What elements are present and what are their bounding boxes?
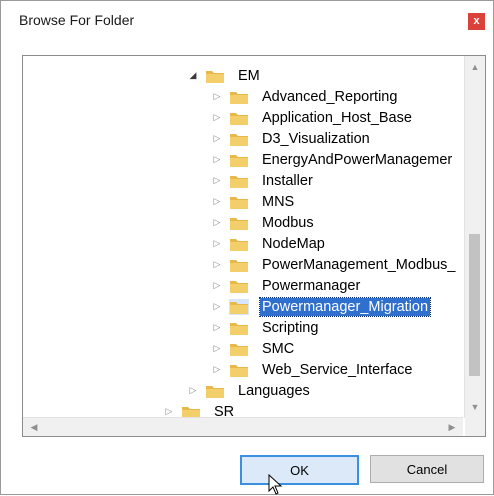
tree-item[interactable]: ▷ EnergyAndPowerManagemer [211, 149, 454, 170]
expand-arrow-icon[interactable]: ▷ [211, 133, 223, 145]
tree-item-label: SMC [262, 340, 295, 357]
tree-rows: ◢ EM ▷ Advanced_Reporting ▷ Application_… [23, 56, 463, 418]
folder-icon [229, 194, 249, 210]
mouse-cursor-icon [268, 474, 283, 495]
tree-item[interactable]: ▷ Application_Host_Base [211, 107, 414, 128]
expand-arrow-icon[interactable]: ▷ [211, 196, 223, 208]
tree-item-label: MNS [262, 193, 295, 210]
tree-item-label: Application_Host_Base [262, 109, 412, 126]
tree-item[interactable]: ▷ SR [163, 401, 236, 418]
tree-item-selected[interactable]: ▷ Powermanager_Migration [211, 296, 432, 317]
folder-icon [205, 68, 225, 84]
folder-icon [229, 278, 249, 294]
tree-item[interactable]: ▷ Advanced_Reporting [211, 86, 399, 107]
folder-icon [181, 404, 201, 418]
expand-arrow-icon[interactable]: ▷ [211, 322, 223, 334]
scroll-down-arrow-icon[interactable]: ▼ [465, 398, 485, 416]
expand-arrow-icon[interactable]: ▷ [211, 238, 223, 250]
expand-arrow-icon[interactable]: ▷ [211, 301, 223, 313]
tree-item-em[interactable]: ◢ EM [187, 65, 262, 86]
tree-item-label: PowerManagement_Modbus_ [262, 256, 456, 273]
folder-icon [229, 89, 249, 105]
tree-item[interactable]: ▷ Modbus [211, 212, 316, 233]
expand-arrow-icon[interactable]: ▷ [211, 259, 223, 271]
expand-arrow-icon[interactable]: ▷ [211, 217, 223, 229]
tree-item-label: Powermanager [262, 277, 361, 294]
scrollbar-corner [465, 418, 485, 436]
tree-item-label: SR [214, 403, 235, 419]
expand-arrow-icon[interactable]: ▷ [163, 406, 175, 418]
dialog-title: Browse For Folder [19, 12, 135, 28]
scroll-up-arrow-icon[interactable]: ▲ [465, 58, 485, 76]
vertical-scrollbar[interactable]: ▲ ▼ [464, 56, 485, 418]
tree-item-label: Modbus [262, 214, 314, 231]
tree-item[interactable]: ▷ Installer [211, 170, 315, 191]
tree-item-label: Web_Service_Interface [262, 361, 413, 378]
folder-icon [229, 152, 249, 168]
expand-arrow-icon[interactable]: ▷ [187, 385, 199, 397]
browse-for-folder-dialog: Browse For Folder x ◢ EM ▷ Advanced_Repo… [0, 0, 494, 495]
tree-item-label: Powermanager_Migration [258, 296, 432, 317]
folder-icon [205, 383, 225, 399]
expand-arrow-icon[interactable]: ▷ [211, 91, 223, 103]
tree-item-label: Advanced_Reporting [262, 88, 398, 105]
folder-icon [229, 341, 249, 357]
tree-item-label: D3_Visualization [262, 130, 370, 147]
tree-item[interactable]: ▷ Powermanager [211, 275, 362, 296]
tree-item[interactable]: ▷ NodeMap [211, 233, 327, 254]
tree-item-label: EM [238, 67, 260, 84]
collapse-arrow-icon[interactable]: ◢ [187, 70, 199, 82]
folder-icon [229, 215, 249, 231]
expand-arrow-icon[interactable]: ▷ [211, 175, 223, 187]
folder-icon [229, 257, 249, 273]
folder-icon [229, 236, 249, 252]
folder-icon [229, 131, 249, 147]
ok-button[interactable]: OK [240, 455, 359, 485]
folder-icon [229, 320, 249, 336]
expand-arrow-icon[interactable]: ▷ [211, 343, 223, 355]
tree-item-label: EnergyAndPowerManagemer [262, 151, 453, 168]
expand-arrow-icon[interactable]: ▷ [211, 154, 223, 166]
title-bar: Browse For Folder x [1, 1, 493, 41]
scroll-thumb[interactable] [469, 234, 480, 376]
expand-arrow-icon[interactable]: ▷ [211, 112, 223, 124]
scroll-right-arrow-icon[interactable]: ▶ [443, 418, 461, 436]
tree-item[interactable]: ▷ MNS [211, 191, 296, 212]
tree-item-label: Languages [238, 382, 310, 399]
folder-icon [229, 173, 249, 189]
expand-arrow-icon[interactable]: ▷ [211, 280, 223, 292]
folder-icon [229, 110, 249, 126]
tree-item-label: NodeMap [262, 235, 325, 252]
tree-item[interactable]: ▷ Scripting [211, 317, 320, 338]
cancel-button[interactable]: Cancel [370, 455, 484, 483]
tree-item[interactable]: ▷ SMC [211, 338, 296, 359]
tree-item[interactable]: ▷ Web_Service_Interface [211, 359, 414, 380]
folder-tree[interactable]: ◢ EM ▷ Advanced_Reporting ▷ Application_… [22, 55, 486, 437]
tree-item[interactable]: ▷ D3_Visualization [211, 128, 372, 149]
close-button[interactable]: x [468, 13, 485, 30]
folder-icon [229, 362, 249, 378]
tree-item-label: Scripting [262, 319, 319, 336]
tree-item[interactable]: ▷ PowerManagement_Modbus_ [211, 254, 457, 275]
tree-item[interactable]: ▷ Languages [187, 380, 312, 401]
scroll-left-arrow-icon[interactable]: ◀ [25, 418, 43, 436]
folder-icon [229, 298, 249, 315]
expand-arrow-icon[interactable]: ▷ [211, 364, 223, 376]
tree-item-label: Installer [262, 172, 313, 189]
horizontal-scrollbar[interactable]: ◀ ▶ [23, 417, 463, 436]
